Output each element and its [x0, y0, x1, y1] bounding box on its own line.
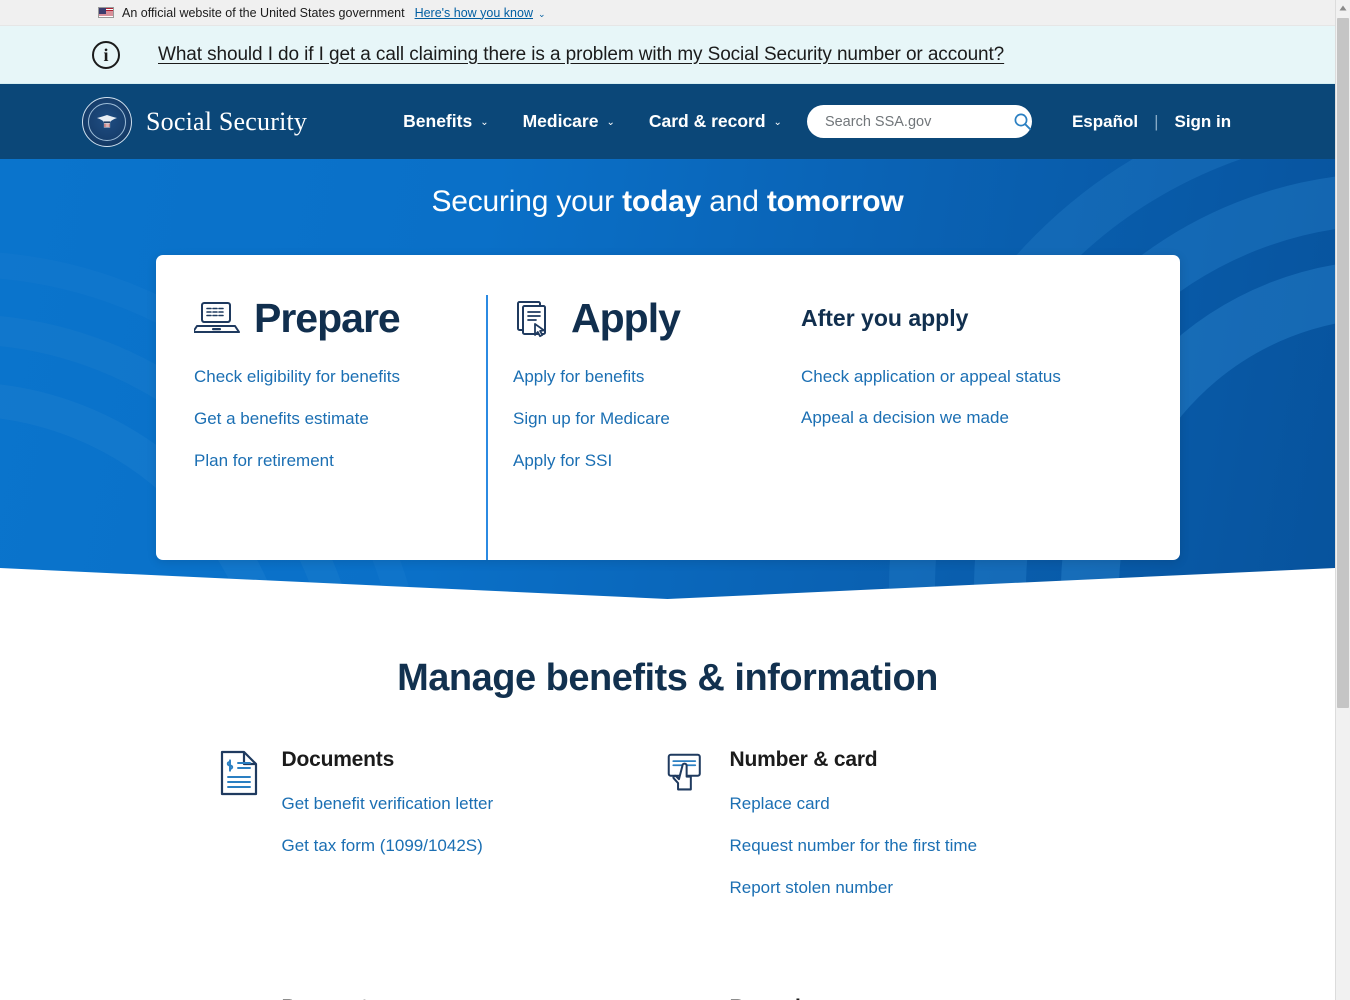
- chevron-down-icon: ⌄: [480, 117, 489, 128]
- hero-tagline-lead: Securing your: [431, 185, 623, 218]
- hero-column-after-you-apply: After you apply Check application or app…: [756, 295, 1116, 560]
- manage-card-documents-title: Documents: [281, 748, 395, 771]
- hero-tagline-tomorrow: tomorrow: [766, 185, 904, 218]
- nav-utility-group: Español | Sign in: [1072, 112, 1231, 132]
- link-plan-for-retirement[interactable]: Plan for retirement: [194, 451, 486, 471]
- link-report-stolen-number[interactable]: Report stolen number: [730, 878, 978, 898]
- prepare-heading: Prepare: [254, 294, 401, 341]
- us-flag-icon: [98, 7, 114, 18]
- document-dollar-icon: [220, 750, 257, 796]
- apply-heading-row: Apply: [513, 295, 756, 341]
- page-scrollbar[interactable]: [1335, 0, 1350, 1000]
- us-gov-banner: An official website of the United States…: [0, 0, 1335, 26]
- prepare-heading-row: Prepare: [194, 295, 486, 341]
- search-button[interactable]: [1012, 111, 1034, 133]
- hero-tagline: Securing your today and tomorrow: [0, 159, 1335, 219]
- hero-tagline-today: today: [622, 185, 702, 218]
- manage-card-record-body: Record: [730, 996, 801, 1000]
- chevron-down-icon: ⌄: [773, 117, 782, 128]
- manage-card-documents: Documents Get benefit verification lette…: [218, 748, 666, 920]
- chevron-down-icon: ⌄: [606, 117, 615, 128]
- heres-how-you-know-label: Here's how you know: [414, 5, 533, 20]
- after-apply-heading-row: After you apply: [801, 295, 1116, 341]
- link-appeal-decision[interactable]: Appeal a decision we made: [801, 408, 1116, 428]
- link-request-number-first-time[interactable]: Request number for the first time: [730, 836, 978, 856]
- card-hand-icon: [667, 753, 701, 791]
- link-apply-for-ssi[interactable]: Apply for SSI: [513, 451, 756, 471]
- search-input[interactable]: [824, 113, 1012, 130]
- nav-item-medicare[interactable]: Medicare ⌄: [523, 111, 615, 132]
- apply-heading: Apply: [571, 294, 681, 341]
- scrollbar-up-arrow[interactable]: [1336, 0, 1350, 16]
- info-circle-icon: i: [92, 40, 120, 69]
- manage-cards-grid: Documents Get benefit verification lette…: [218, 748, 1118, 1000]
- nav-item-benefits-label: Benefits: [403, 111, 473, 131]
- manage-card-payment: Payment: [218, 996, 666, 1000]
- main-navigation-bar: Social Security Benefits ⌄ Medicare ⌄ Ca…: [0, 84, 1335, 159]
- alert-message-link[interactable]: What should I do if I get a call claimin…: [158, 44, 1004, 66]
- laptop-icon: [194, 302, 240, 333]
- ssa-seal-icon: [82, 96, 132, 147]
- manage-card-number-card: Number & card Replace card Request numbe…: [666, 748, 1118, 920]
- link-apply-for-benefits[interactable]: Apply for benefits: [513, 367, 756, 387]
- link-sign-up-medicare[interactable]: Sign up for Medicare: [513, 409, 756, 429]
- manage-section-heading: Manage benefits & information: [397, 657, 938, 699]
- site-logo-link[interactable]: Social Security: [82, 96, 308, 147]
- manage-card-number-card-title: Number & card: [729, 748, 878, 771]
- hero-action-card: Prepare Check eligibility for benefits G…: [156, 255, 1180, 560]
- heres-how-you-know-link[interactable]: Here's how you know ⌄: [415, 6, 546, 20]
- manage-benefits-section: Manage benefits & information Documents: [0, 599, 1335, 1000]
- search-icon: [1014, 113, 1032, 130]
- browser-page: An official website of the United States…: [0, 0, 1350, 1000]
- link-get-tax-form[interactable]: Get tax form (1099/1042S): [282, 836, 494, 856]
- caret-up-icon: [1339, 5, 1347, 11]
- hero-column-apply: Apply Apply for benefits Sign up for Med…: [486, 295, 756, 560]
- link-benefit-verification-letter[interactable]: Get benefit verification letter: [282, 794, 494, 814]
- manage-card-record: Record: [666, 996, 1118, 1000]
- chevron-down-icon: ⌄: [538, 8, 546, 19]
- gov-banner-text: An official website of the United States…: [122, 5, 405, 20]
- manage-card-payment-title: Payment: [282, 996, 368, 1000]
- hero-column-prepare: Prepare Check eligibility for benefits G…: [156, 295, 486, 560]
- link-benefits-estimate[interactable]: Get a benefits estimate: [194, 409, 486, 429]
- sign-in-link[interactable]: Sign in: [1174, 112, 1231, 132]
- nav-item-card-record-label: Card & record: [648, 111, 766, 131]
- manage-card-record-title: Record: [730, 996, 801, 1000]
- manage-card-number-card-body: Number & card Replace card Request numbe…: [730, 748, 978, 920]
- espanol-link[interactable]: Español: [1072, 112, 1138, 132]
- brand-name: Social Security: [146, 106, 308, 136]
- nav-item-medicare-label: Medicare: [522, 111, 599, 131]
- scrollbar-thumb[interactable]: [1337, 18, 1349, 708]
- eagle-glyph: [97, 114, 117, 128]
- link-replace-card[interactable]: Replace card: [730, 794, 978, 814]
- nav-item-card-record[interactable]: Card & record ⌄: [649, 111, 782, 132]
- link-check-eligibility[interactable]: Check eligibility for benefits: [194, 367, 486, 387]
- nav-links-group: Benefits ⌄ Medicare ⌄ Card & record ⌄: [403, 111, 782, 132]
- link-check-application-status[interactable]: Check application or appeal status: [801, 367, 1116, 387]
- hero-section: Securing your today and tomorrow Prepare…: [0, 159, 1335, 599]
- search-box[interactable]: [806, 105, 1034, 138]
- nav-item-benefits[interactable]: Benefits ⌄: [403, 111, 488, 132]
- site-alert-banner: i What should I do if I get a call claim…: [0, 26, 1335, 84]
- page-viewport: An official website of the United States…: [0, 0, 1335, 1000]
- after-apply-heading: After you apply: [801, 304, 969, 331]
- document-cursor-icon: [517, 301, 546, 338]
- hero-tagline-mid: and: [701, 185, 767, 218]
- nav-separator: |: [1154, 111, 1159, 131]
- manage-card-payment-body: Payment: [282, 996, 368, 1000]
- manage-card-documents-body: Documents Get benefit verification lette…: [282, 748, 494, 920]
